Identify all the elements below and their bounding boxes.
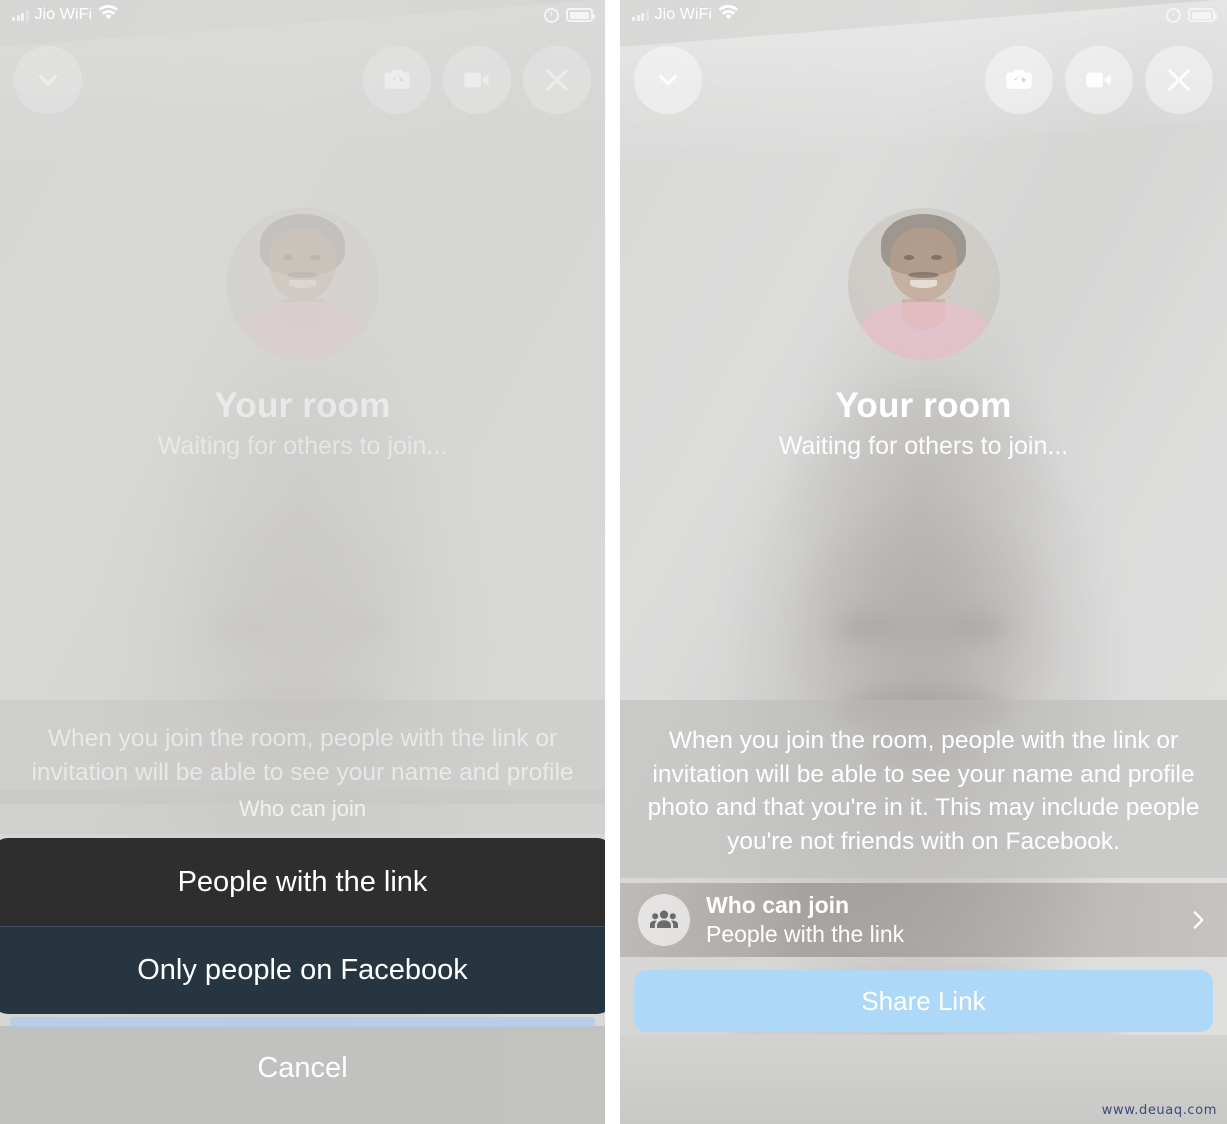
call-top-controls — [0, 45, 605, 115]
panel-separator — [605, 0, 620, 1124]
camera-flip-icon — [1004, 65, 1034, 95]
wifi-icon — [718, 4, 739, 26]
user-avatar — [847, 208, 1000, 360]
camera-face-eye-left — [835, 612, 897, 640]
video-camera-icon — [461, 64, 493, 96]
flip-camera-button[interactable] — [985, 46, 1053, 114]
flip-camera-button[interactable] — [363, 46, 431, 114]
minimize-button[interactable] — [634, 46, 702, 114]
share-link-label: Share Link — [861, 985, 986, 1016]
cancel-label: Cancel — [257, 1052, 348, 1084]
call-top-controls — [620, 45, 1227, 115]
room-info-block: Your room Waiting for others to join... — [620, 208, 1227, 461]
option-label: People with the link — [177, 865, 428, 898]
alarm-clock-icon — [1166, 7, 1181, 23]
minimize-button[interactable] — [14, 46, 82, 114]
alarm-clock-icon — [544, 7, 559, 23]
left-screenshot-panel: Jio WiFi Your room Waiting for others to… — [0, 0, 605, 1124]
room-status-text: Waiting for others to join... — [157, 432, 448, 460]
action-sheet-option-only-people-on-facebook[interactable]: Only people on Facebook — [0, 926, 605, 1014]
video-toggle-button[interactable] — [1065, 46, 1133, 114]
who-can-join-value: People with the link — [706, 921, 905, 947]
room-info-block: Your room Waiting for others to join... — [0, 208, 605, 461]
avatar-dim-overlay — [847, 208, 1000, 360]
room-title: Your room — [214, 386, 391, 425]
carrier-label: Jio WiFi — [654, 6, 713, 23]
right-screenshot-panel: Jio WiFi Your room Waiting for others to… — [620, 0, 1227, 1124]
room-status-text: Waiting for others to join... — [778, 432, 1069, 460]
user-avatar — [226, 208, 379, 360]
close-x-icon — [1163, 64, 1195, 96]
room-title: Your room — [835, 386, 1012, 425]
privacy-disclaimer-text: When you join the room, people with the … — [620, 700, 1227, 878]
close-call-button[interactable] — [523, 46, 591, 114]
share-link-button[interactable]: Share Link — [634, 970, 1213, 1032]
who-can-join-title: Who can join — [706, 892, 850, 918]
action-sheet-title: Who can join — [0, 790, 605, 834]
wifi-icon — [98, 4, 119, 26]
who-can-join-text: Who can join People with the link — [706, 892, 904, 948]
top-controls-right — [985, 46, 1213, 114]
status-bar-right — [544, 7, 595, 23]
carrier-label: Jio WiFi — [34, 6, 93, 23]
camera-face-eye-right — [326, 612, 388, 640]
who-can-join-action-sheet: People with the link Only people on Face… — [0, 838, 605, 1014]
avatar-dim-overlay — [226, 208, 379, 360]
close-x-icon — [541, 64, 573, 96]
top-controls-right — [363, 46, 591, 114]
privacy-disclaimer-text: When you join the room, people with the … — [0, 700, 605, 804]
video-toggle-button[interactable] — [443, 46, 511, 114]
camera-face-eye-left — [214, 612, 276, 640]
cellular-signal-icon — [12, 9, 29, 21]
battery-icon — [1188, 8, 1217, 22]
action-sheet-option-people-with-link[interactable]: People with the link — [0, 838, 605, 926]
option-label: Only people on Facebook — [137, 954, 468, 986]
chevron-right-icon — [1185, 907, 1211, 933]
chevron-down-icon — [653, 65, 683, 95]
status-bar-left: Jio WiFi — [12, 4, 119, 26]
screenshot-stage: Jio WiFi Your room Waiting for others to… — [0, 0, 1227, 1124]
status-bar-left: Jio WiFi — [632, 4, 739, 26]
sheet-bottom-highlight — [10, 1017, 595, 1027]
camera-face-eye-right — [947, 612, 1009, 640]
status-bar-right — [1166, 7, 1217, 23]
camera-flip-icon — [382, 65, 412, 95]
status-bar: Jio WiFi — [620, 0, 1227, 30]
who-can-join-row[interactable]: Who can join People with the link — [620, 883, 1227, 957]
site-watermark: www.deuaq.com — [1101, 1103, 1217, 1118]
cellular-signal-icon — [632, 9, 649, 21]
cancel-button[interactable]: Cancel — [0, 1026, 605, 1124]
battery-icon — [566, 8, 595, 22]
status-bar: Jio WiFi — [0, 0, 605, 30]
video-camera-icon — [1083, 64, 1115, 96]
chevron-down-icon — [33, 65, 63, 95]
close-call-button[interactable] — [1145, 46, 1213, 114]
people-group-icon — [638, 894, 690, 946]
